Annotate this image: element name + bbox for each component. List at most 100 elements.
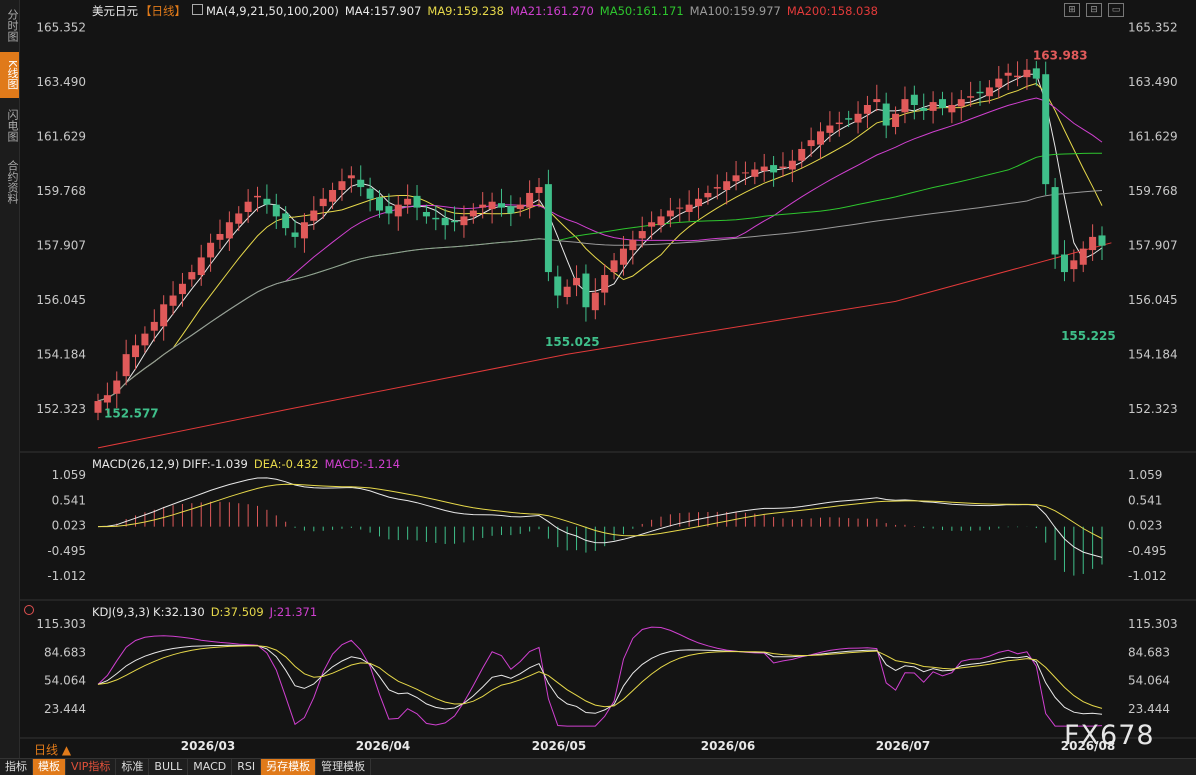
candle-body	[967, 96, 975, 98]
candle-body	[1014, 75, 1022, 78]
price-tick-label: 161.629	[36, 129, 86, 143]
candle-body	[150, 321, 158, 331]
candle-body	[235, 213, 243, 224]
period-selector[interactable]: 日线 ▲	[34, 741, 71, 758]
candle-body	[685, 204, 693, 212]
candle-body	[507, 206, 515, 214]
candle-body	[957, 99, 965, 107]
candle-body	[357, 179, 365, 188]
candle-body	[713, 187, 721, 189]
candle-body	[160, 304, 168, 327]
kdj-d-line	[97, 645, 1103, 709]
macd-tick-label: -0.495	[47, 544, 86, 558]
candle-body	[244, 201, 252, 212]
candle-body	[488, 201, 496, 210]
candle-body	[178, 283, 186, 295]
candle-body	[732, 175, 740, 182]
candle-body	[460, 216, 468, 226]
tab-standard[interactable]: 标准	[116, 759, 150, 775]
candle-body	[1032, 68, 1040, 79]
candle-body	[1023, 69, 1031, 78]
candle-body	[103, 395, 111, 403]
price-extreme-label: 155.225	[1061, 329, 1116, 343]
candle-body	[479, 204, 487, 208]
tab-vip-indicators[interactable]: VIP指标	[66, 759, 117, 775]
price-tick-label: 154.184	[1128, 348, 1178, 362]
price-tick-label: 161.629	[1128, 129, 1178, 143]
candle-body	[1051, 187, 1059, 255]
candle-body	[845, 118, 853, 120]
candle-body	[544, 184, 552, 273]
price-tick-label: 159.768	[1128, 184, 1178, 198]
tab-macd[interactable]: MACD	[188, 759, 233, 775]
candle-body	[375, 197, 383, 211]
candle-body	[282, 213, 290, 229]
price-tick-label: 156.045	[36, 293, 86, 307]
candle-body	[469, 210, 477, 217]
candle-body	[695, 198, 703, 207]
price-tick-label: 157.907	[1128, 238, 1178, 252]
candle-body	[1060, 254, 1068, 273]
tab-rsi[interactable]: RSI	[232, 759, 262, 775]
x-tick-label: 2026/04	[356, 739, 410, 753]
candle-body	[751, 169, 759, 177]
candle-body	[798, 148, 806, 161]
candle-body	[573, 277, 581, 286]
tab-manage-template[interactable]: 管理模板	[316, 759, 372, 775]
chart-canvas: 165.352 165.352 163.490 163.490 161.629 161.6…	[20, 20, 1196, 753]
x-tick-label: 2026/06	[701, 739, 755, 753]
candle-body	[300, 222, 308, 239]
price-tick-label: 163.490	[36, 75, 86, 89]
price-extreme-label: 152.577	[104, 407, 159, 421]
candle-body	[1070, 260, 1078, 270]
candle-body	[676, 207, 684, 209]
candle-body	[985, 87, 993, 97]
macd-tick-label: 0.023	[52, 519, 86, 533]
candle-body	[619, 248, 627, 265]
candle-body	[1079, 248, 1087, 265]
tab-save-template[interactable]: 另存模板	[261, 759, 317, 775]
watermark-logo: FX678	[1064, 720, 1155, 751]
candle-body	[807, 140, 815, 147]
candle-body	[310, 210, 318, 221]
candle-body	[497, 203, 505, 208]
candle-body	[554, 276, 562, 296]
macd-tick-label: 0.541	[52, 493, 86, 507]
candle-body	[873, 99, 881, 103]
candle-body	[976, 91, 984, 94]
candle-body	[319, 198, 327, 207]
candle-body	[629, 239, 637, 251]
kdj-tick-label: 54.064	[1128, 674, 1170, 688]
candle-body	[216, 233, 224, 240]
macd-tick-label: -0.495	[1128, 544, 1167, 558]
x-tick-label: 2026/07	[876, 739, 930, 753]
candle-body	[385, 206, 393, 214]
candle-body	[404, 198, 412, 205]
candle-body	[648, 222, 656, 227]
candle-body	[1042, 74, 1050, 185]
tab-templates[interactable]: 模板	[33, 759, 66, 775]
tab-bull[interactable]: BULL	[149, 759, 189, 775]
price-tick-label: 165.352	[1128, 20, 1178, 34]
candle-body	[422, 211, 430, 217]
kdj-tick-label: 115.303	[36, 617, 86, 631]
candle-body	[94, 401, 102, 413]
candle-body	[272, 204, 280, 217]
candle-body	[582, 273, 590, 308]
candle-body	[835, 122, 843, 125]
tab-indicators[interactable]: 指标	[0, 759, 33, 775]
candle-body	[863, 105, 871, 114]
candle-body	[432, 217, 440, 220]
price-tick-label: 156.045	[1128, 293, 1178, 307]
kdj-tick-label: 23.444	[1128, 702, 1170, 716]
macd-tick-label: 1.059	[52, 468, 86, 482]
x-tick-label: 2026/05	[532, 739, 586, 753]
candle-body	[188, 272, 196, 280]
candle-body	[451, 220, 459, 223]
candle-body	[948, 105, 956, 113]
macd-tick-label: 1.059	[1128, 468, 1162, 482]
kdj-tick-label: 115.303	[1128, 617, 1178, 631]
candle-body	[329, 190, 337, 202]
candle-body	[892, 113, 900, 127]
candle-body	[535, 187, 543, 193]
